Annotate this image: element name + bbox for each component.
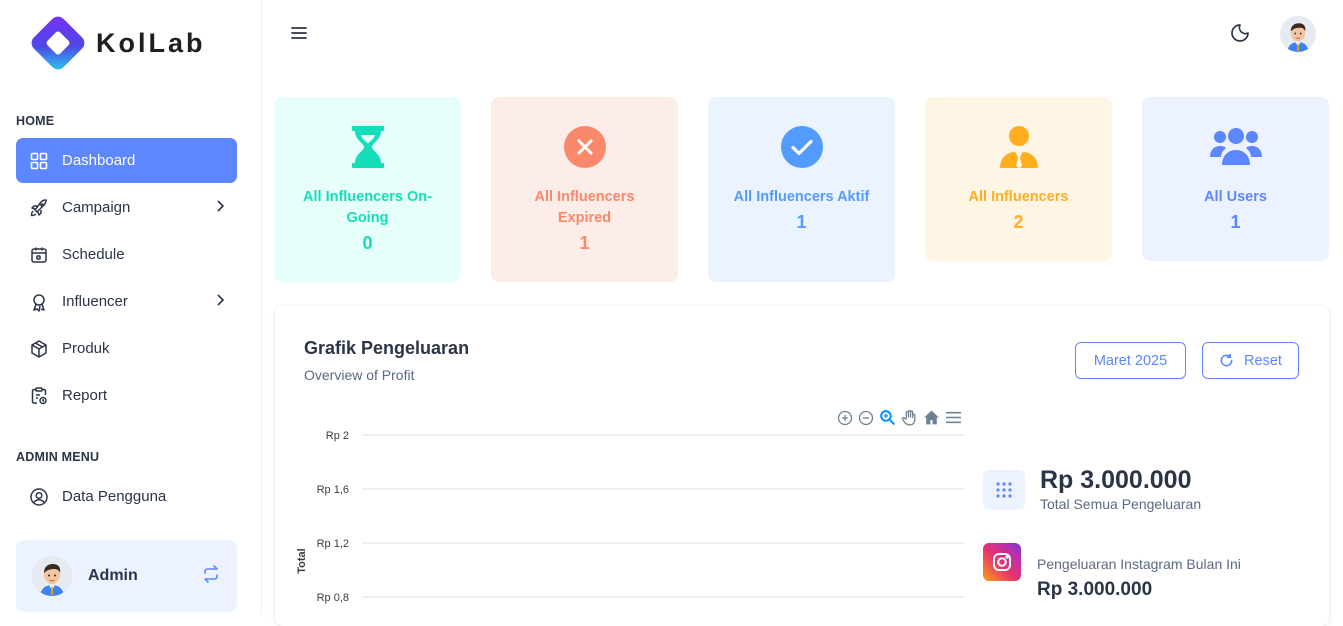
sidebar-item-label: Produk bbox=[62, 340, 110, 357]
stat-title: All Users bbox=[1204, 189, 1267, 205]
sidebar-item-label: Report bbox=[62, 387, 108, 404]
sidebar-item-schedule[interactable]: Schedule bbox=[16, 232, 237, 277]
stat-title: All Influencers bbox=[968, 189, 1069, 205]
chart-panel-title: Grafik Pengeluaran bbox=[304, 338, 470, 358]
check-circle-icon bbox=[780, 125, 824, 169]
total-expense-amount: Rp 3.000.000 bbox=[1040, 466, 1192, 494]
stat-value: 0 bbox=[362, 233, 373, 253]
sidebar-item-influencer[interactable]: Influencer bbox=[16, 279, 237, 324]
stat-card-ongoing: All Influencers On-Going 0 bbox=[274, 97, 461, 282]
sidebar: KolLab HOME Dashboard Campaign Schedule … bbox=[0, 0, 262, 614]
rocket-icon bbox=[28, 197, 50, 219]
stat-card-expired: All Influencers Expired 1 bbox=[491, 97, 678, 282]
header-avatar[interactable] bbox=[1280, 16, 1316, 52]
box-icon bbox=[28, 338, 50, 360]
expense-bar-chart: Rp 2 Rp 1,6 Rp 1,2 Rp 0,8 Total bbox=[296, 430, 965, 604]
user-tie-icon bbox=[999, 125, 1039, 169]
instagram-icon bbox=[983, 543, 1021, 581]
brand-logo[interactable]: KolLab bbox=[28, 13, 206, 73]
brand-name: KolLab bbox=[96, 27, 206, 58]
sidebar-item-dashboard[interactable]: Dashboard bbox=[16, 138, 237, 183]
sidebar-item-produk[interactable]: Produk bbox=[16, 326, 237, 371]
menu-toggle-icon[interactable] bbox=[290, 24, 308, 47]
month-select-button[interactable]: Maret 2025 bbox=[1075, 342, 1186, 379]
award-icon bbox=[28, 291, 50, 313]
y-tick-label: Rp 2 bbox=[326, 430, 349, 442]
sidebar-item-label: Dashboard bbox=[62, 152, 136, 169]
sidebar-item-report[interactable]: Report bbox=[16, 373, 237, 418]
clipboard-icon bbox=[28, 385, 50, 407]
sidebar-item-label: Campaign bbox=[62, 199, 131, 216]
y-tick-label: Rp 1,6 bbox=[317, 484, 349, 496]
sidebar-item-label: Schedule bbox=[62, 246, 125, 263]
reset-button[interactable]: Reset bbox=[1202, 342, 1299, 379]
sidebar-item-data-pengguna[interactable]: Data Pengguna bbox=[16, 474, 237, 519]
sidebar-item-label: Data Pengguna bbox=[62, 488, 167, 505]
switch-account-icon[interactable] bbox=[201, 564, 221, 589]
y-tick-label: Rp 0,8 bbox=[317, 592, 349, 604]
stat-value: 1 bbox=[1230, 212, 1241, 232]
nav-section-home: HOME bbox=[16, 114, 55, 128]
y-axis-label: Total bbox=[296, 548, 308, 573]
x-circle-icon bbox=[563, 125, 607, 169]
chevron-right-icon bbox=[215, 199, 225, 217]
instagram-expense-label: Pengeluaran Instagram Bulan Ini bbox=[1037, 556, 1241, 572]
sidebar-item-campaign[interactable]: Campaign bbox=[16, 185, 237, 230]
stat-card-influencers: All Influencers 2 bbox=[925, 97, 1112, 261]
expense-chart-panel: Grafik Pengeluaran Overview of Profit Ma… bbox=[275, 306, 1329, 626]
user-circle-icon bbox=[28, 486, 50, 508]
stat-title: All Influencers Expired bbox=[534, 189, 635, 226]
chevron-right-icon bbox=[215, 293, 225, 311]
chart-panel-subtitle: Overview of Profit bbox=[304, 367, 415, 383]
logo-mark-icon bbox=[28, 13, 88, 73]
sidebar-item-label: Influencer bbox=[62, 293, 128, 310]
stat-value: 1 bbox=[796, 212, 807, 232]
moon-icon[interactable] bbox=[1229, 22, 1251, 49]
stat-value: 2 bbox=[1013, 212, 1024, 232]
stat-value: 1 bbox=[579, 233, 590, 253]
nav-section-admin: ADMIN MENU bbox=[16, 450, 100, 464]
total-expense-label: Total Semua Pengeluaran bbox=[1040, 496, 1202, 512]
user-profile-card[interactable]: Admin bbox=[16, 540, 237, 612]
stat-card-users: All Users 1 bbox=[1142, 97, 1329, 261]
grid-icon bbox=[28, 150, 50, 172]
reset-label: Reset bbox=[1244, 352, 1282, 369]
stat-title: All Influencers Aktif bbox=[733, 189, 870, 205]
users-icon bbox=[1209, 125, 1263, 169]
refresh-icon bbox=[1219, 353, 1234, 368]
stat-title: All Influencers On-Going bbox=[303, 189, 432, 226]
calendar-icon bbox=[28, 244, 50, 266]
hourglass-icon bbox=[351, 125, 385, 169]
stat-card-aktif: All Influencers Aktif 1 bbox=[708, 97, 895, 282]
y-tick-label: Rp 1,2 bbox=[317, 538, 349, 550]
instagram-expense-amount: Rp 3.000.000 bbox=[1037, 579, 1153, 600]
grid-dots-icon bbox=[983, 470, 1025, 510]
avatar bbox=[32, 556, 72, 596]
user-name: Admin bbox=[88, 567, 138, 584]
